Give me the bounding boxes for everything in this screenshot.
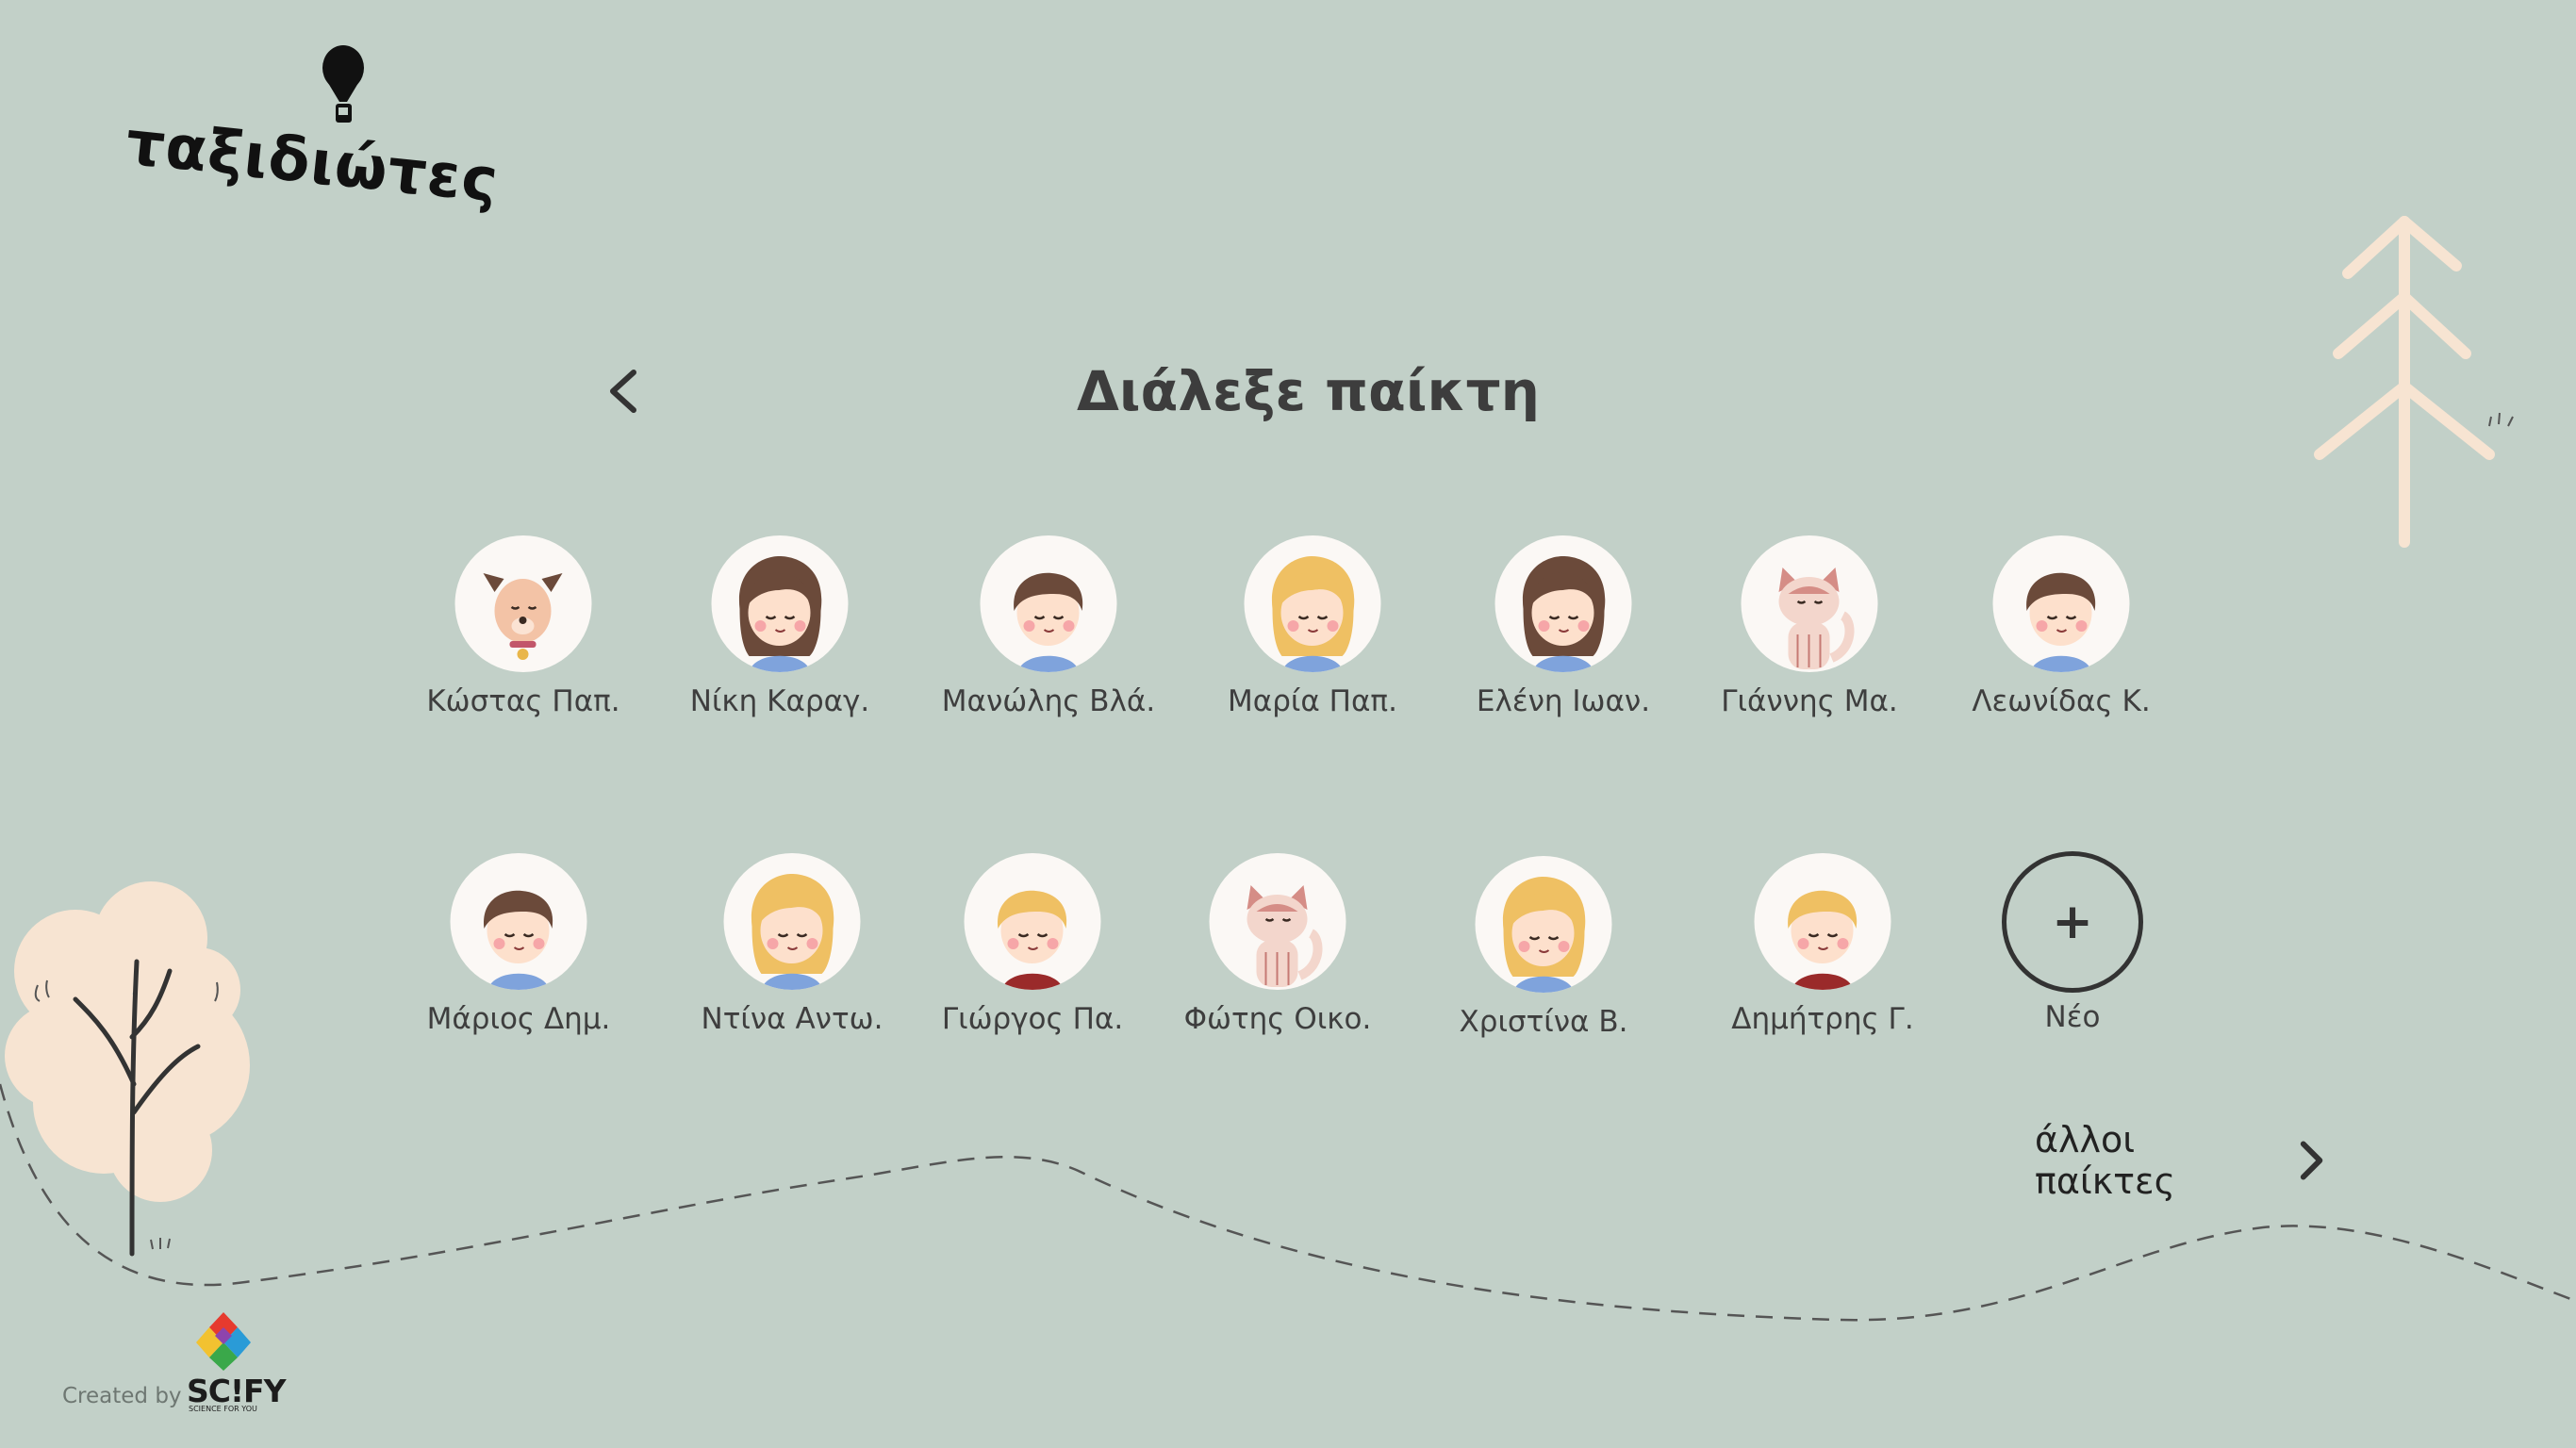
player-card[interactable]: Χριστίνα Β. [1435,856,1652,1082]
avatar [1754,853,1891,990]
cat-avatar-icon [1247,885,1323,987]
avatar [723,853,861,990]
back-button[interactable] [596,358,652,424]
avatar [1494,535,1632,672]
player-card[interactable]: Ντίνα Αντω. [684,853,900,1079]
player-name: Νίκη Καραγ. [689,684,870,718]
player-name: Ντίνα Αντω. [701,1002,883,1036]
avatar [1244,535,1381,672]
chevron-right-icon [2300,1141,2323,1180]
created-by-label: Created by [62,1384,182,1408]
chevron-left-icon [610,370,636,413]
player-name: Μανώλης Βλά. [941,684,1156,718]
boy-blonde-hair-avatar-icon [1788,890,1858,990]
tree-left-icon [5,881,250,1257]
girl-blonde-hair-avatar-icon [1502,877,1586,993]
dog-avatar-icon [483,573,563,660]
player-name: Μαρία Παπ. [1228,684,1397,718]
avatar [450,853,587,990]
avatar [711,535,849,672]
girl-blonde-hair-avatar-icon [751,874,834,990]
avatar [454,535,592,672]
player-card[interactable]: Λεωνίδας Κ. [1953,535,2170,762]
scify-logo-icon [196,1312,251,1371]
player-name: Γιάννης Μα. [1721,684,1898,718]
tree-right-icon [2314,216,2514,548]
boy-brown-hair-avatar-icon [1014,572,1083,672]
hot-air-balloon-icon [322,45,364,123]
player-card[interactable]: Ελένη Ιωαν. [1455,535,1672,762]
player-name: Δημήτρης Γ. [1731,1002,1914,1036]
boy-brown-hair-avatar-icon [2026,572,2096,672]
player-card[interactable]: Νίκη Καραγ. [671,535,888,762]
girl-blonde-hair-avatar-icon [1271,556,1355,672]
player-name: Ελένη Ιωαν. [1476,684,1651,718]
player-card[interactable]: Μαρία Παπ. [1204,535,1421,762]
player-name: Χριστίνα Β. [1459,1005,1628,1039]
girl-brown-hair-avatar-icon [1522,556,1606,672]
player-card[interactable]: Δημήτρης Γ. [1714,853,1931,1079]
new-player-label: Νέο [2044,1000,2101,1034]
avatar [1209,853,1346,990]
player-name: Μάριος Δημ. [426,1002,611,1036]
avatar: + [2002,851,2143,993]
player-card[interactable]: Μάριος Δημ. [410,853,627,1079]
more-players-label: άλλοι παίκτες [2035,1119,2175,1202]
plus-icon: + [2052,894,2093,950]
credits: Created by SC!FY SCIENCE FOR YOU [62,1310,286,1414]
player-card[interactable]: Μανώλης Βλά. [940,535,1157,762]
cat-avatar-icon [1778,568,1855,669]
avatar [1475,856,1612,993]
player-card[interactable]: Γιώργος Πα. [924,853,1141,1079]
boy-blonde-hair-avatar-icon [998,890,1067,990]
player-card[interactable]: Γιάννης Μα. [1701,535,1918,762]
player-name: Φώτης Οικο. [1183,1002,1372,1036]
new-player-button[interactable]: + Νέο [1964,851,2181,1078]
scify-tagline: SCIENCE FOR YOU [189,1405,257,1413]
avatar [964,853,1101,990]
avatar [1992,535,2130,672]
more-players-link[interactable]: άλλοι παίκτες [2035,1119,2327,1202]
girl-brown-hair-avatar-icon [738,556,822,672]
page-title: Διάλεξε παίκτη [1077,359,1540,423]
player-card[interactable]: Κώστας Παπ. [415,535,632,762]
player-name: Γιώργος Πα. [941,1002,1124,1036]
player-card[interactable]: Φώτης Οικο. [1169,853,1386,1079]
player-name: Κώστας Παπ. [426,684,620,718]
player-name: Λεωνίδας Κ. [1972,684,2151,718]
avatar [1741,535,1878,672]
boy-brown-hair-avatar-icon [484,890,553,990]
avatar [980,535,1117,672]
